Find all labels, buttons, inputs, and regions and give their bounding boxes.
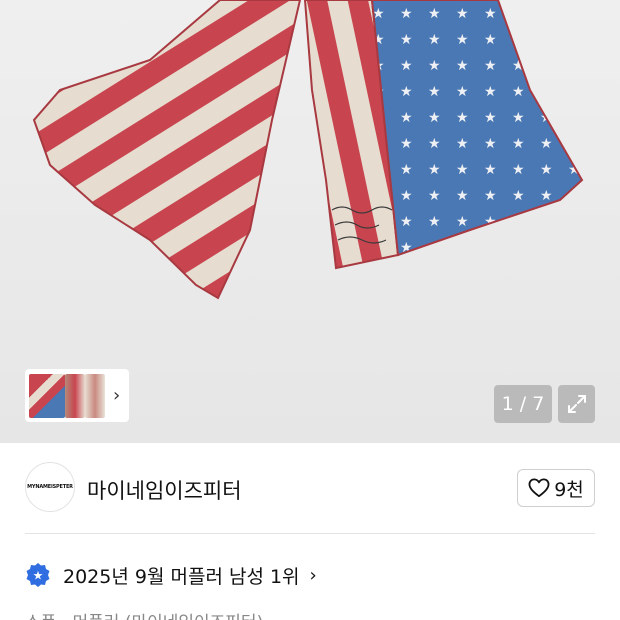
breadcrumb[interactable]: 소품 · 머플러 (마이네임이즈피터) — [25, 608, 263, 620]
thumbnail-3[interactable] — [85, 373, 105, 418]
like-count: 9천 — [554, 478, 584, 501]
star-badge-icon: ★ — [26, 563, 50, 587]
expand-button[interactable] — [558, 385, 595, 423]
shop-logo[interactable]: MYNAMEISPETER — [25, 462, 75, 512]
shop-info: MYNAMEISPETER 마이네임이즈피터 9천 — [25, 462, 595, 514]
shop-name[interactable]: 마이네임이즈피터 — [87, 475, 242, 505]
thumbnail-strip[interactable]: › — [25, 369, 129, 422]
divider — [25, 533, 595, 534]
expand-icon — [567, 395, 586, 413]
chevron-right-icon: › — [309, 564, 317, 586]
ranking-link[interactable]: ★ 2025년 9월 머플러 남성 1위 › — [25, 560, 317, 590]
chevron-right-icon[interactable]: › — [113, 385, 120, 406]
product-image-gallery[interactable]: ★ › 1 / 7 — [0, 0, 620, 443]
svg-text:★: ★ — [33, 569, 44, 583]
like-button[interactable]: 9천 — [517, 469, 595, 507]
page-indicator: 1 / 7 — [494, 385, 552, 423]
ranking-text: 2025년 9월 머플러 남성 1위 — [63, 565, 300, 588]
heart-outline-icon — [528, 478, 550, 498]
thumbnail-1[interactable] — [29, 373, 65, 418]
thumbnail-2[interactable] — [65, 373, 85, 418]
